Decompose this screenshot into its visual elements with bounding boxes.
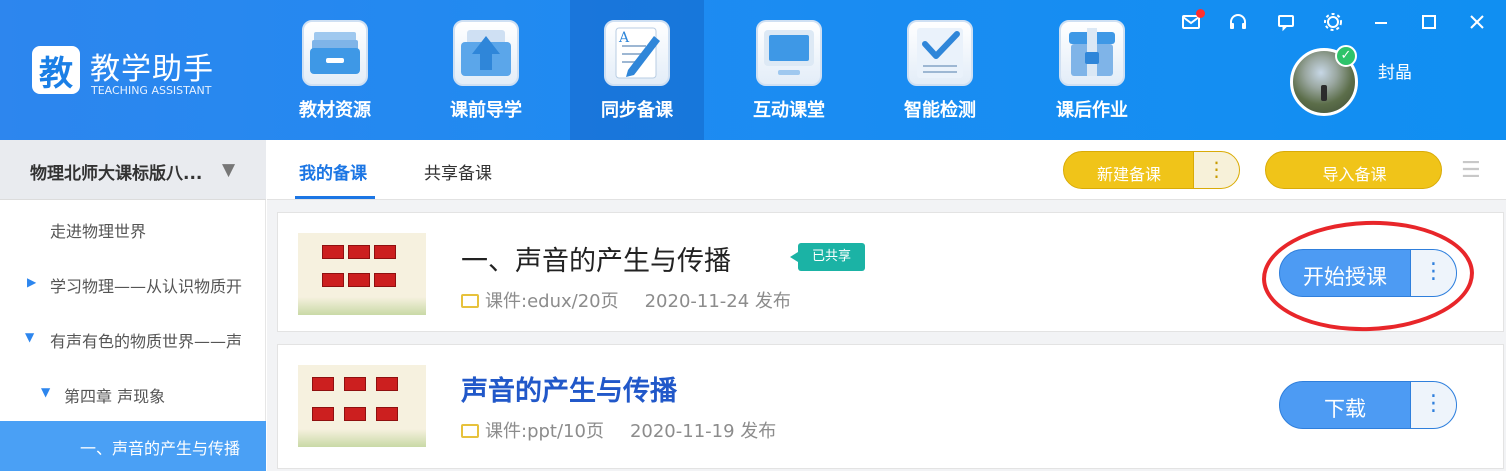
monitor-icon: [756, 20, 822, 86]
flag-shape: [348, 245, 370, 259]
import-lesson-button[interactable]: 导入备课: [1265, 151, 1442, 189]
sidebar: 物理北师大课标版八... ▼ 走进物理世界 ▶ 学习物理——从认识物质开 ▼ 有…: [0, 140, 266, 471]
flag-shape: [348, 273, 370, 287]
tree-item[interactable]: ▶ 学习物理——从认识物质开: [0, 259, 266, 309]
nav-label: 互动课堂: [753, 100, 825, 121]
flag-shape: [322, 245, 344, 259]
flag-shape: [376, 407, 398, 421]
nav-sync-lesson-prep[interactable]: A 同步备课: [570, 0, 704, 140]
upload-arrow-icon: [453, 20, 519, 86]
flag-shape: [344, 407, 366, 421]
tree-item-label: 有声有色的物质世界——声: [50, 332, 243, 351]
lesson-date: 2020-11-24 发布: [644, 291, 791, 312]
nav-label: 课前导学: [450, 100, 522, 121]
minimize-icon[interactable]: [1370, 12, 1392, 34]
lesson-courseware: 课件:edux/20页: [485, 291, 619, 312]
avatar-person-figure: [1321, 85, 1327, 101]
nav-pre-class-guide[interactable]: 课前导学: [419, 0, 553, 140]
nav-label: 同步备课: [601, 100, 673, 121]
app-logo: 教: [32, 46, 80, 94]
tab-shared-lessons[interactable]: 共享备课: [424, 159, 492, 184]
lesson-meta: 课件:ppt/10页 2020-11-19 发布: [461, 417, 776, 443]
nav-smart-assessment[interactable]: 智能检测: [873, 0, 1007, 140]
pencil-document-icon: A: [604, 20, 670, 86]
thumbnail-grass: [298, 429, 426, 447]
tree-item[interactable]: 走进物理世界: [0, 204, 266, 254]
flag-shape: [374, 245, 396, 259]
homework-box-icon: [1059, 20, 1125, 86]
lesson-card[interactable]: 声音的产生与传播 课件:ppt/10页 2020-11-19 发布 下载 ⋮: [277, 344, 1504, 469]
more-options-icon[interactable]: ⋮: [1193, 152, 1239, 188]
user-name[interactable]: 封晶: [1378, 58, 1412, 83]
flag-shape: [376, 377, 398, 391]
flag-shape: [322, 273, 344, 287]
new-lesson-button-group: 新建备课 ⋮: [1063, 151, 1240, 189]
tree-item-label: 走进物理世界: [50, 222, 147, 241]
lesson-thumbnail[interactable]: [298, 365, 426, 447]
lesson-date: 2020-11-19 发布: [629, 421, 777, 442]
courseware-file-icon: [461, 294, 479, 308]
list-menu-icon[interactable]: ☰: [1461, 158, 1481, 183]
maximize-icon[interactable]: [1418, 12, 1440, 34]
nav-label: 教材资源: [299, 100, 371, 121]
tree-item-label: 一、声音的产生与传播: [80, 439, 241, 458]
flag-shape: [344, 377, 366, 391]
courseware-file-icon: [461, 424, 479, 438]
verified-check-icon: ✓: [1335, 45, 1357, 67]
chat-icon[interactable]: [1275, 12, 1297, 34]
tree-item-selected[interactable]: 一、声音的产生与传播: [0, 421, 266, 471]
app-header: 教 教学助手 TEACHING ASSISTANT 教材资源 课前导学 A 同步…: [0, 0, 1506, 140]
tree-item[interactable]: ▼ 第四章 声现象: [0, 369, 266, 419]
lesson-meta: 课件:edux/20页 2020-11-24 发布: [461, 287, 791, 313]
checklist-icon: [907, 20, 973, 86]
close-icon[interactable]: [1466, 12, 1488, 34]
flag-shape: [312, 377, 334, 391]
tree-item-label: 学习物理——从认识物质开: [50, 277, 243, 296]
shared-badge: 已共享: [789, 243, 866, 271]
import-lesson-label: 导入备课: [1322, 165, 1387, 184]
nav-label: 智能检测: [904, 100, 976, 121]
collapse-down-icon[interactable]: ▼: [25, 330, 34, 344]
app-subtitle: TEACHING ASSISTANT: [91, 84, 212, 97]
thumbnail-grass: [298, 297, 426, 315]
active-tab-underline: [295, 196, 375, 199]
flag-shape: [374, 273, 396, 287]
book-selector-label: 物理北师大课标版八...: [30, 164, 203, 184]
new-lesson-button[interactable]: 新建备课: [1064, 161, 1194, 185]
book-selector[interactable]: 物理北师大课标版八... ▼: [0, 140, 266, 200]
tree-item[interactable]: ▼ 有声有色的物质世界——声: [0, 314, 266, 364]
lesson-tabs: 我的备课 共享备课 新建备课 ⋮ 导入备课 ☰: [267, 140, 1506, 200]
headset-icon[interactable]: [1227, 12, 1249, 34]
expand-right-icon[interactable]: ▶: [27, 275, 36, 289]
lesson-title[interactable]: 声音的产生与传播: [461, 369, 677, 408]
lesson-courseware: 课件:ppt/10页: [485, 421, 604, 442]
textbook-folder-icon: [302, 20, 368, 86]
tree-item-label: 第四章 声现象: [64, 387, 166, 406]
flag-shape: [312, 407, 334, 421]
svg-text:A: A: [618, 30, 630, 46]
settings-gear-icon[interactable]: [1322, 12, 1344, 34]
download-button[interactable]: 下载: [1280, 393, 1410, 423]
notification-dot: [1196, 9, 1205, 18]
collapse-down-icon[interactable]: ▼: [41, 385, 50, 399]
more-options-icon[interactable]: ⋮: [1410, 382, 1456, 428]
nav-interactive-class[interactable]: 互动课堂: [722, 0, 856, 140]
lesson-thumbnail[interactable]: [298, 233, 426, 315]
nav-textbook-resources[interactable]: 教材资源: [268, 0, 402, 140]
caret-down-icon: ▼: [222, 160, 236, 180]
nav-homework[interactable]: 课后作业: [1025, 0, 1159, 140]
download-button-group: 下载 ⋮: [1279, 381, 1457, 429]
nav-label: 课后作业: [1056, 100, 1128, 121]
lesson-title[interactable]: 一、声音的产生与传播: [461, 239, 731, 278]
tab-my-lessons[interactable]: 我的备课: [299, 159, 367, 184]
app-title: 教学助手: [90, 52, 214, 87]
